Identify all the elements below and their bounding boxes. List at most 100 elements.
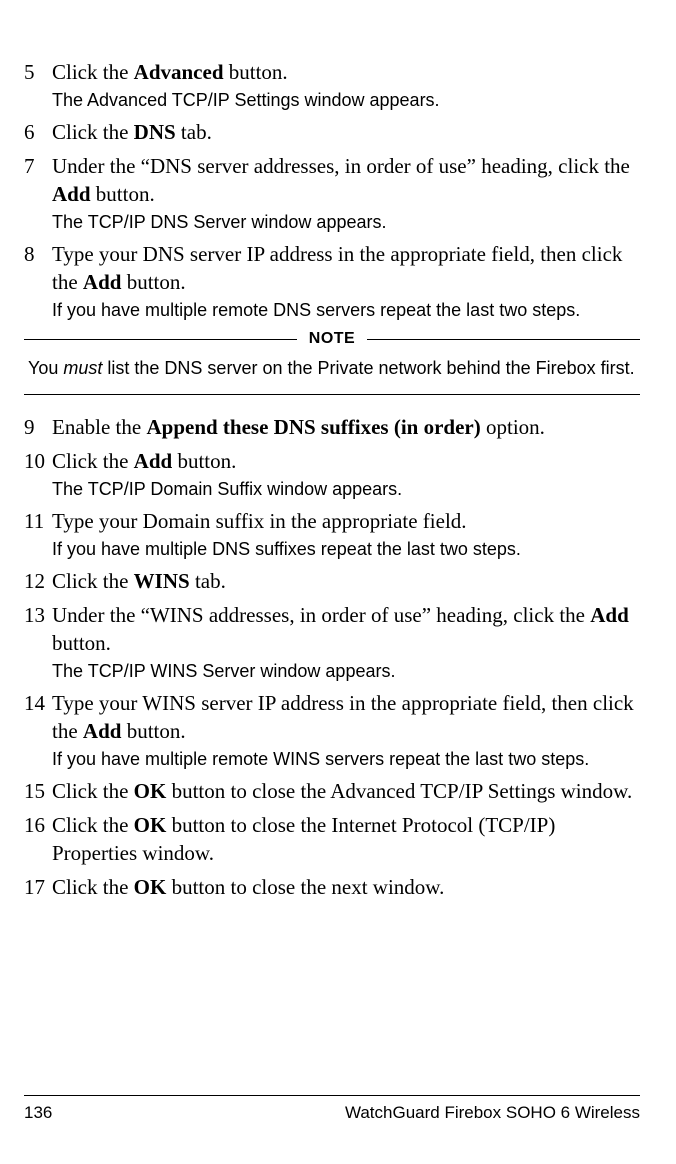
step-item: 15Click the OK button to close the Advan… — [24, 777, 640, 805]
step-body: Click the Add button. The TCP/IP Domain S… — [52, 447, 640, 501]
step-number: 8 — [24, 240, 52, 268]
step-main-seg: tab. — [190, 569, 226, 593]
step-sub-seg: The TCP/IP Domain Suffix window appears. — [52, 479, 402, 499]
step-main-seg: Click the — [52, 875, 134, 899]
steps-list-a: 5Click the Advanced button.The Advanced … — [24, 58, 640, 322]
content: 5Click the Advanced button.The Advanced … — [24, 58, 640, 1095]
step-number: 15 — [24, 777, 52, 805]
step-main-seg: Advanced — [134, 60, 224, 84]
step-main-text: Click the Advanced button. — [52, 58, 640, 86]
footer-row: 136 WatchGuard Firebox SOHO 6 Wireless — [24, 1102, 640, 1124]
step-number: 9 — [24, 413, 52, 441]
step-number: 7 — [24, 152, 52, 180]
step-sub-text: The TCP/IP WINS Server window appears. — [52, 659, 640, 683]
step-sub-text: The TCP/IP DNS Server window appears. — [52, 210, 640, 234]
step-main-seg: Click the — [52, 449, 134, 473]
note-rule-right — [367, 339, 640, 340]
step-main-text: Click the DNS tab. — [52, 118, 640, 146]
step-sub-seg: If you have multiple remote WINS servers… — [52, 749, 589, 769]
step-main-seg: Under the “WINS addresses, in order of u… — [52, 603, 590, 627]
note-heading-row: NOTE — [24, 330, 640, 348]
note-body-seg: You — [28, 358, 63, 378]
step-main-seg: OK — [134, 875, 167, 899]
step-main-seg: button. — [172, 449, 236, 473]
note-rule-left — [24, 339, 297, 340]
page-number: 136 — [24, 1102, 52, 1124]
step-body: Type your DNS server IP address in the a… — [52, 240, 640, 322]
step-number: 6 — [24, 118, 52, 146]
note-block: NOTE You must list the DNS server on the… — [24, 330, 640, 395]
step-main-seg: Type your Domain suffix in the appropria… — [52, 509, 467, 533]
step-main-seg: Click the — [52, 120, 134, 144]
step-main-seg: button to close the next window. — [166, 875, 444, 899]
step-body: Under the “DNS server addresses, in orde… — [52, 152, 640, 234]
step-sub-seg: The TCP/IP DNS Server window appears. — [52, 212, 386, 232]
step-item: 8Type your DNS server IP address in the … — [24, 240, 640, 322]
step-main-seg: WINS — [134, 569, 190, 593]
step-main-seg: button. — [121, 270, 185, 294]
step-item: 13Under the “WINS addresses, in order of… — [24, 601, 640, 683]
step-main-seg: Add — [590, 603, 629, 627]
step-main-text: Click the WINS tab. — [52, 567, 640, 595]
step-item: 7Under the “DNS server addresses, in ord… — [24, 152, 640, 234]
step-main-seg: Add — [52, 182, 91, 206]
step-number: 13 — [24, 601, 52, 629]
step-main-seg: button. — [121, 719, 185, 743]
step-main-seg: option. — [481, 415, 545, 439]
step-main-text: Enable the Append these DNS suffixes (in… — [52, 413, 640, 441]
step-main-seg: Click the — [52, 569, 134, 593]
step-number: 17 — [24, 873, 52, 901]
step-main-seg: Enable the — [52, 415, 146, 439]
step-main-text: Click the OK button to close the Advance… — [52, 777, 640, 805]
step-main-text: Click the Add button. — [52, 447, 640, 475]
step-body: Click the Advanced button. The Advanced T… — [52, 58, 640, 112]
page-footer: 136 WatchGuard Firebox SOHO 6 Wireless — [24, 1095, 640, 1124]
step-sub-text: The TCP/IP Domain Suffix window appears. — [52, 477, 640, 501]
step-sub-seg: The TCP/IP WINS Server window appears. — [52, 661, 395, 681]
step-sub-text: If you have multiple DNS suffixes repeat… — [52, 537, 640, 561]
step-main-text: Click the OK button to close the next wi… — [52, 873, 640, 901]
step-body: Enable the Append these DNS suffixes (in… — [52, 413, 640, 441]
step-number: 14 — [24, 689, 52, 717]
note-rule-bottom — [24, 394, 640, 395]
step-main-seg: Add — [134, 449, 173, 473]
step-body: Click the DNS tab. — [52, 118, 640, 146]
step-sub-seg: If you have multiple remote DNS servers … — [52, 300, 580, 320]
step-main-seg: Add — [83, 270, 122, 294]
note-body: You must list the DNS server on the Priv… — [28, 356, 640, 380]
step-item: 12Click the WINS tab. — [24, 567, 640, 595]
note-body-seg: list the DNS server on the Private netwo… — [102, 358, 634, 378]
step-main-seg: button. — [52, 631, 111, 655]
step-sub-seg: The Advanced TCP/IP Settings window appe… — [52, 90, 440, 110]
step-sub-text: If you have multiple remote DNS servers … — [52, 298, 640, 322]
step-main-seg: button. — [91, 182, 155, 206]
step-item: 17Click the OK button to close the next … — [24, 873, 640, 901]
step-main-seg: button. — [224, 60, 288, 84]
step-main-text: Under the “WINS addresses, in order of u… — [52, 601, 640, 657]
page-root: 5Click the Advanced button.The Advanced … — [0, 0, 676, 1164]
step-main-seg: Click the — [52, 779, 134, 803]
step-main-text: Type your WINS server IP address in the … — [52, 689, 640, 745]
step-number: 10 — [24, 447, 52, 475]
note-label: NOTE — [309, 330, 355, 348]
step-main-seg: DNS — [134, 120, 176, 144]
step-main-seg: Add — [83, 719, 122, 743]
step-number: 16 — [24, 811, 52, 839]
step-main-seg: Click the — [52, 60, 134, 84]
step-main-text: Type your Domain suffix in the appropria… — [52, 507, 640, 535]
step-item: 11Type your Domain suffix in the appropr… — [24, 507, 640, 561]
step-number: 11 — [24, 507, 52, 535]
step-item: 5Click the Advanced button.The Advanced … — [24, 58, 640, 112]
step-main-seg: OK — [134, 813, 167, 837]
footer-rule — [24, 1095, 640, 1096]
step-main-text: Click the OK button to close the Interne… — [52, 811, 640, 867]
step-main-seg: Click the — [52, 813, 134, 837]
step-main-seg: Under the “DNS server addresses, in orde… — [52, 154, 630, 178]
step-item: 9Enable the Append these DNS suffixes (i… — [24, 413, 640, 441]
footer-title: WatchGuard Firebox SOHO 6 Wireless — [345, 1102, 640, 1124]
step-body: Click the OK button to close the Interne… — [52, 811, 640, 867]
step-sub-seg: If you have multiple DNS suffixes repeat… — [52, 539, 521, 559]
step-body: Click the WINS tab. — [52, 567, 640, 595]
step-sub-text: The Advanced TCP/IP Settings window appe… — [52, 88, 640, 112]
note-body-seg: must — [63, 358, 102, 378]
